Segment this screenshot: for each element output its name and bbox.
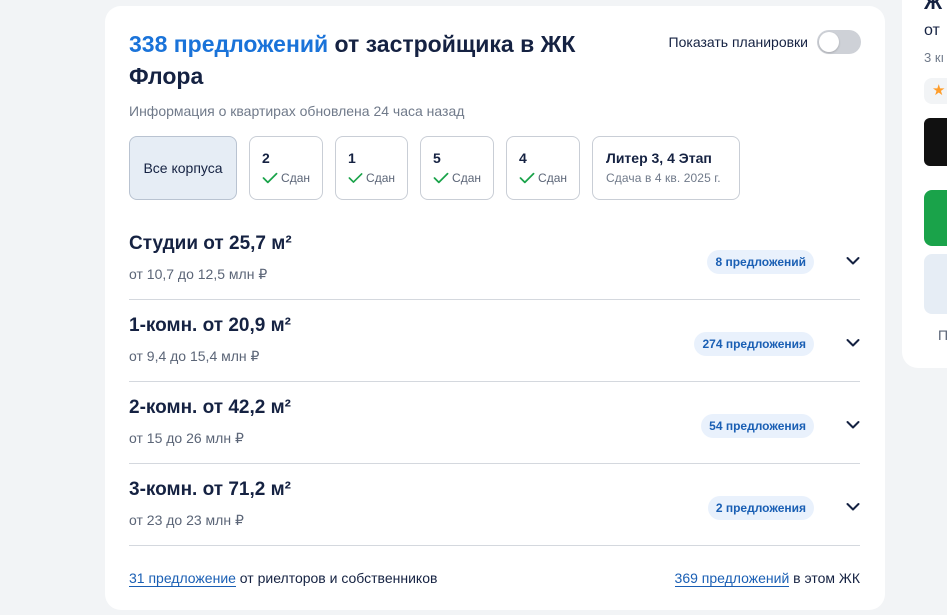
toggle-label: Показать планировки xyxy=(668,34,808,50)
chevron-down-icon[interactable] xyxy=(846,420,860,430)
call-button[interactable] xyxy=(924,190,947,246)
group-title: 2-комн. от 42,2 м² xyxy=(129,397,291,418)
developer-logo xyxy=(924,118,947,166)
building-number: 5 xyxy=(433,150,441,166)
page-title: 338 предложений от застройщика в ЖК Флор… xyxy=(129,28,629,92)
realtor-offers: 31 предложение от риелторов и собственни… xyxy=(129,570,438,587)
offers-badge: 274 предложения xyxy=(694,332,814,356)
side-card: Ж от 3 кı ★ П xyxy=(902,0,947,368)
check-icon xyxy=(348,173,363,183)
apartment-group-row[interactable]: 2-комн. от 42,2 м² от 15 до 26 млн ₽ 54 … xyxy=(129,382,860,464)
check-icon xyxy=(262,172,278,184)
realtor-offers-text: от риелторов и собственников xyxy=(235,570,438,586)
side-price: от xyxy=(924,22,940,39)
apartment-groups: Студии от 25,7 м² от 10,7 до 12,5 млн ₽ … xyxy=(129,218,860,546)
filter-building[interactable]: 5 Сдан xyxy=(420,136,494,200)
building-status: Сдан xyxy=(262,169,310,187)
offers-card: 338 предложений от застройщика в ЖК Флор… xyxy=(105,6,885,610)
side-footer-text: П xyxy=(938,327,947,343)
building-number: 2 xyxy=(262,150,270,166)
offers-badge: 2 предложения xyxy=(707,496,814,520)
layouts-toggle-wrap[interactable]: Показать планировки xyxy=(669,30,861,54)
side-subtitle: 3 кı xyxy=(924,50,945,65)
liter-title: Литер 3, 4 Этап xyxy=(606,150,712,166)
building-number: 4 xyxy=(519,150,527,166)
check-icon xyxy=(519,172,535,184)
filter-all-buildings[interactable]: Все корпуса xyxy=(129,136,237,200)
side-title: Ж xyxy=(924,0,943,14)
building-status: Сдан xyxy=(348,169,395,187)
all-offers-text: в этом ЖК xyxy=(789,570,860,586)
layouts-toggle[interactable] xyxy=(817,30,861,54)
group-price: от 10,7 до 12,5 млн ₽ xyxy=(129,266,268,282)
toggle-knob xyxy=(819,32,839,52)
group-price: от 23 до 23 млн ₽ xyxy=(129,512,244,528)
rating-chip[interactable]: ★ xyxy=(924,78,947,104)
apartment-group-row[interactable]: 3-комн. от 71,2 м² от 23 до 23 млн ₽ 2 п… xyxy=(129,464,860,546)
status-label: Сдан xyxy=(452,171,481,185)
group-title: 1-комн. от 20,9 м² xyxy=(129,315,291,336)
filter-building[interactable]: 4 Сдан xyxy=(506,136,580,200)
realtor-offers-link[interactable]: 31 предложение xyxy=(129,570,236,587)
building-filters: Все корпуса 2 Сдан 1 Сдан 5 Сдан 4 Сдан … xyxy=(129,136,740,200)
building-number: 1 xyxy=(348,150,356,166)
group-title: Студии от 25,7 м² xyxy=(129,233,292,254)
apartment-group-row[interactable]: Студии от 25,7 м² от 10,7 до 12,5 млн ₽ … xyxy=(129,218,860,300)
star-icon: ★ xyxy=(932,82,946,99)
check-icon xyxy=(433,172,449,184)
offers-badge: 8 предложений xyxy=(707,250,814,274)
building-status: Сдан xyxy=(519,169,567,187)
secondary-button[interactable] xyxy=(924,254,947,314)
apartment-group-row[interactable]: 1-комн. от 20,9 м² от 9,4 до 15,4 млн ₽ … xyxy=(129,300,860,382)
building-status: Сдан xyxy=(433,169,481,187)
group-price: от 15 до 26 млн ₽ xyxy=(129,430,244,446)
offers-badge: 54 предложения xyxy=(701,414,814,438)
status-label: Сдан xyxy=(366,171,395,185)
chevron-down-icon[interactable] xyxy=(846,502,860,512)
filter-liter[interactable]: Литер 3, 4 Этап Сдача в 4 кв. 2025 г. xyxy=(592,136,740,200)
filter-building[interactable]: 2 Сдан xyxy=(249,136,323,200)
liter-deadline: Сдача в 4 кв. 2025 г. xyxy=(606,171,721,185)
offers-count-link[interactable]: 338 предложений xyxy=(129,31,328,57)
all-offers: 369 предложений в этом ЖК xyxy=(674,570,860,587)
status-label: Сдан xyxy=(538,171,567,185)
chevron-down-icon[interactable] xyxy=(846,338,860,348)
group-price: от 9,4 до 15,4 млн ₽ xyxy=(129,348,260,364)
updated-info: Информация о квартирах обновлена 24 часа… xyxy=(129,103,465,119)
filter-all-label: Все корпуса xyxy=(143,160,223,176)
group-title: 3-комн. от 71,2 м² xyxy=(129,479,291,500)
filter-building[interactable]: 1 Сдан xyxy=(335,136,408,200)
all-offers-link[interactable]: 369 предложений xyxy=(674,570,790,587)
status-label: Сдан xyxy=(281,171,310,185)
chevron-down-icon[interactable] xyxy=(846,256,860,266)
